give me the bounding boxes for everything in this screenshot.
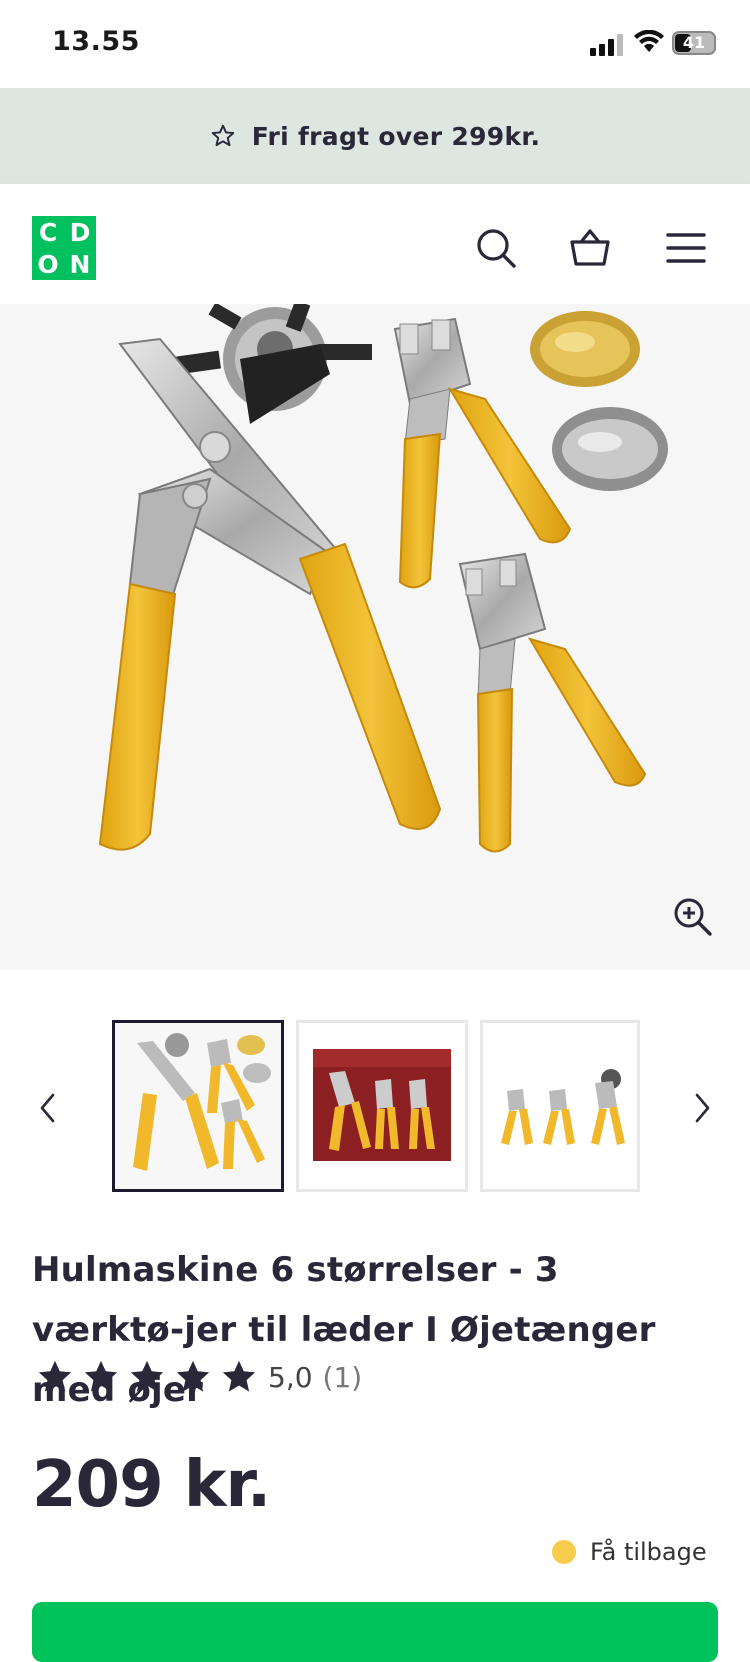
star-icon [222, 1360, 256, 1392]
promo-banner[interactable]: Fri fragt over 299kr. [0, 88, 750, 184]
site-header: C D O N [0, 184, 750, 304]
logo-letter: C [38, 217, 58, 247]
promo-text: Fri fragt over 299kr. [251, 121, 541, 151]
basket-icon[interactable] [568, 226, 612, 270]
battery-level: 41 [682, 33, 706, 52]
battery-icon: 41 [672, 31, 716, 55]
eyelet-pliers-small [458, 552, 647, 853]
product-rating[interactable]: 5,0 (1) [36, 1358, 362, 1396]
rotary-punch-tool [98, 304, 442, 851]
signal-icon [590, 34, 624, 56]
star-icon [38, 1360, 72, 1392]
add-to-cart-button[interactable] [32, 1602, 718, 1662]
thumbnail-image [299, 1023, 465, 1189]
status-bar: 13.55 41 [0, 0, 750, 88]
star-rating [36, 1358, 258, 1396]
coin-icon [552, 1540, 576, 1564]
cashback-label: Få tilbage [590, 1538, 707, 1566]
star-icon [176, 1360, 210, 1392]
thumbnail-2[interactable] [296, 1020, 468, 1192]
cdon-logo[interactable]: C D O N [32, 216, 96, 280]
star-icon [84, 1360, 118, 1392]
thumbnail-3[interactable] [480, 1020, 640, 1192]
star-outline-icon [211, 124, 234, 147]
chevron-left-icon[interactable] [38, 1092, 58, 1124]
logo-letter: N [69, 249, 91, 279]
product-photo [98, 304, 668, 853]
gold-eyelets [530, 311, 640, 387]
wifi-icon [634, 30, 664, 52]
cashback-info[interactable]: Få tilbage [552, 1538, 707, 1566]
search-icon[interactable] [474, 226, 518, 270]
thumbnail-image [483, 1023, 637, 1189]
menu-icon[interactable] [664, 226, 708, 270]
rating-value: 5,0 [268, 1360, 313, 1394]
silver-eyelets [552, 407, 668, 491]
product-price: 209 kr. [32, 1448, 271, 1522]
status-time: 13.55 [52, 26, 140, 57]
rating-count: (1) [322, 1360, 363, 1394]
logo-letter: O [37, 249, 59, 279]
star-icon [130, 1360, 164, 1392]
product-image[interactable] [0, 304, 750, 970]
chevron-right-icon[interactable] [692, 1092, 712, 1124]
logo-letter: D [69, 217, 91, 247]
zoom-in-icon[interactable] [672, 896, 714, 938]
thumbnail-image [115, 1023, 281, 1189]
thumbnail-1[interactable] [112, 1020, 284, 1192]
